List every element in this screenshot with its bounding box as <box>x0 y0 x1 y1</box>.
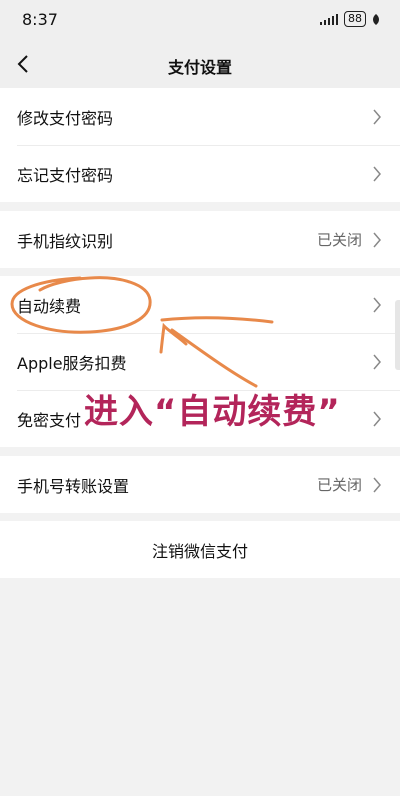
status-value: 已关闭 <box>316 231 362 249</box>
phone-transfer-settings-row[interactable]: 手机号转账设置 已关闭 <box>0 456 400 513</box>
deactivate-group: 注销微信支付 <box>0 521 400 578</box>
chevron-right-icon <box>373 297 381 312</box>
forgot-pay-password-row[interactable]: 忘记支付密码 <box>0 145 400 202</box>
password-group: 修改支付密码 忘记支付密码 <box>0 88 400 202</box>
apple-service-deduction-row[interactable]: Apple服务扣费 <box>0 333 400 390</box>
chevron-right-icon <box>373 354 381 369</box>
chevron-right-icon <box>373 411 381 426</box>
status-value: 已关闭 <box>316 476 362 494</box>
auto-renewal-row[interactable]: 自动续费 <box>0 276 400 333</box>
fingerprint-group: 手机指纹识别 已关闭 <box>0 211 400 268</box>
status-bar: 8:37 88 <box>0 0 400 40</box>
battery-level: 88 <box>348 12 362 25</box>
navigation-bar: 支付设置 <box>0 40 400 88</box>
row-label: 自动续费 <box>17 296 82 316</box>
signal-icon <box>320 13 338 25</box>
battery-icon: 88 <box>344 11 366 27</box>
phone-transfer-group: 手机号转账设置 已关闭 <box>0 456 400 513</box>
row-label: 手机指纹识别 <box>17 231 114 251</box>
leaf-icon <box>373 13 379 25</box>
row-label: 忘记支付密码 <box>17 165 114 185</box>
chevron-right-icon <box>373 477 381 492</box>
status-time: 8:37 <box>22 10 58 29</box>
row-label: 修改支付密码 <box>17 108 114 128</box>
chevron-right-icon <box>373 109 381 124</box>
status-indicators: 88 <box>320 11 380 27</box>
chevron-right-icon <box>373 166 381 181</box>
scroll-indicator <box>395 300 400 370</box>
button-label: 注销微信支付 <box>151 541 248 561</box>
page-title: 支付设置 <box>167 58 232 77</box>
row-label: 手机号转账设置 <box>17 476 130 496</box>
chevron-right-icon <box>373 232 381 247</box>
modify-pay-password-row[interactable]: 修改支付密码 <box>0 88 400 145</box>
row-label: Apple服务扣费 <box>17 353 127 373</box>
annotation-text: 进入“自动续费” <box>84 392 341 432</box>
deactivate-wechat-pay-button[interactable]: 注销微信支付 <box>0 521 400 578</box>
fingerprint-row[interactable]: 手机指纹识别 已关闭 <box>0 211 400 268</box>
